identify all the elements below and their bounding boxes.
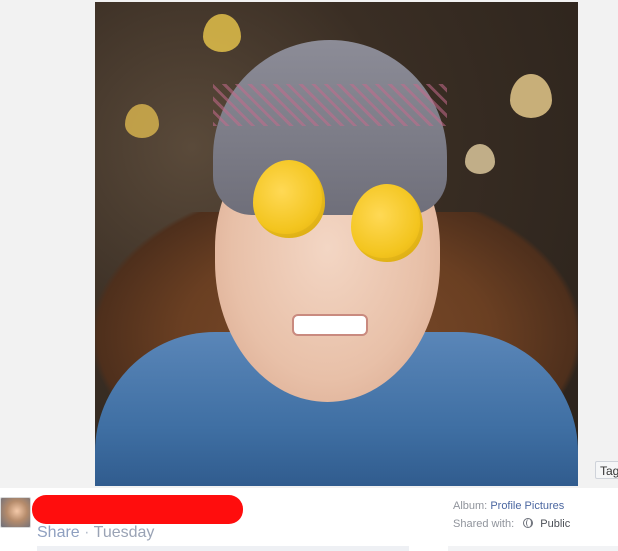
mouth — [292, 314, 368, 336]
hat-pattern — [213, 84, 447, 126]
sidebar-edge — [448, 546, 618, 551]
background-leaf — [510, 74, 552, 118]
background-leaf — [125, 104, 159, 138]
knit-hat — [213, 40, 447, 215]
shared-with-label: Shared with: — [453, 518, 515, 530]
photo-viewer: Tag — [0, 0, 618, 488]
redacted-name — [32, 495, 243, 524]
background-leaf — [465, 144, 495, 174]
post-meta: Share · Tuesday — [37, 524, 154, 542]
album-link[interactable]: Profile Pictures — [490, 500, 564, 512]
audience-public[interactable]: Public — [540, 518, 570, 530]
avatar[interactable] — [0, 497, 31, 528]
tag-photo-button[interactable]: Tag — [595, 461, 618, 479]
post-info-bar: Share · Tuesday Album: Profile Pictures … — [0, 488, 618, 551]
globe-icon[interactable] — [523, 518, 534, 528]
meta-separator: · — [84, 524, 90, 541]
share-link[interactable]: Share — [37, 524, 80, 541]
photo[interactable] — [95, 2, 578, 486]
album-prefix: Album: — [453, 500, 488, 512]
album-info: Album: Profile Pictures — [453, 500, 564, 512]
leaf-over-right-eye — [351, 184, 423, 262]
comment-area-edge — [37, 546, 409, 551]
leaf-over-left-eye — [253, 160, 325, 238]
background-leaf — [203, 14, 241, 52]
post-time[interactable]: Tuesday — [94, 524, 155, 541]
audience-info: Shared with: Public — [453, 518, 570, 530]
